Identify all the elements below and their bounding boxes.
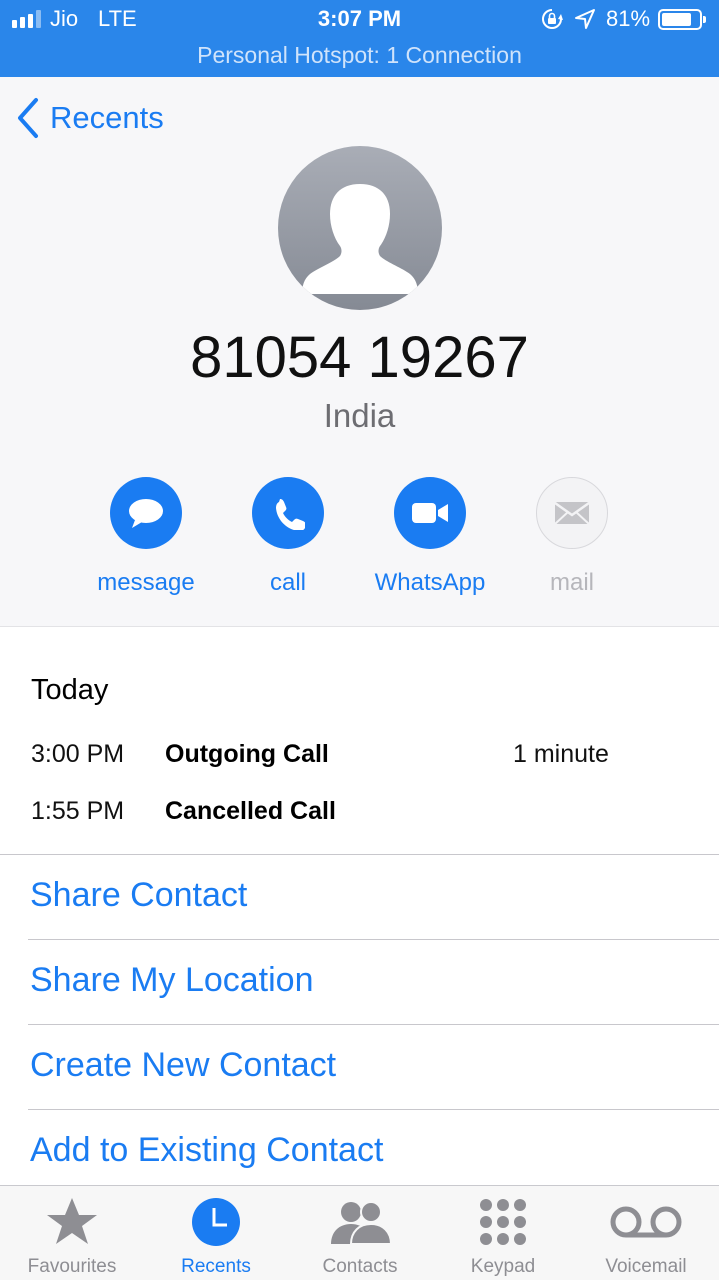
location-arrow-icon <box>575 9 595 29</box>
avatar <box>278 146 442 310</box>
message-bubble-icon <box>129 499 163 528</box>
call-type: Cancelled Call <box>165 797 336 825</box>
tab-recents[interactable]: Recents <box>144 1186 288 1280</box>
tab-label: Contacts <box>322 1256 398 1277</box>
create-new-contact-button[interactable]: Create New Contact <box>30 1046 336 1085</box>
keypad-icon <box>480 1199 526 1245</box>
hotspot-banner[interactable]: Personal Hotspot: 1 Connection <box>0 42 719 69</box>
tab-label: Recents <box>181 1256 251 1277</box>
rotation-lock-icon <box>542 9 563 29</box>
tab-contacts[interactable]: Contacts <box>288 1186 432 1280</box>
message-action-label: message <box>97 569 195 596</box>
whatsapp-action-label: WhatsApp <box>374 569 486 596</box>
tab-bar: Favourites Recents Contacts Keypad Voice… <box>0 1185 719 1280</box>
tab-label: Favourites <box>27 1256 117 1277</box>
contacts-icon <box>331 1201 393 1245</box>
mail-action-button: mail <box>497 477 647 597</box>
back-label: Recents <box>50 100 164 135</box>
call-type: Outgoing Call <box>165 740 329 768</box>
tab-favourites[interactable]: Favourites <box>0 1186 144 1280</box>
clock-icon <box>192 1198 240 1246</box>
contact-number: 81054 19267 <box>190 325 529 390</box>
call-action-button[interactable]: call <box>213 477 363 597</box>
star-icon <box>47 1198 97 1244</box>
call-time: 3:00 PM <box>31 740 125 768</box>
add-to-existing-contact-button[interactable]: Add to Existing Contact <box>30 1131 383 1170</box>
chevron-left-icon <box>18 98 38 138</box>
mail-action-label: mail <box>549 569 594 596</box>
contact-country: India <box>323 397 396 434</box>
status-bar: Jio LTE 3:07 PM 81% Personal Hotspot: 1 … <box>0 0 719 77</box>
quick-actions: message call WhatsApp mail <box>0 477 719 607</box>
battery-percentage: 81% <box>606 6 651 31</box>
share-contact-button[interactable]: Share Contact <box>30 876 247 915</box>
tab-keypad[interactable]: Keypad <box>431 1186 575 1280</box>
call-time: 1:55 PM <box>31 797 125 825</box>
divider <box>28 1024 719 1025</box>
envelope-icon <box>554 501 590 525</box>
message-action-button[interactable]: message <box>71 477 221 597</box>
whatsapp-video-action-button[interactable]: WhatsApp <box>355 477 505 597</box>
video-camera-icon <box>412 503 448 523</box>
back-button[interactable]: Recents <box>16 97 164 139</box>
call-action-label: call <box>269 569 306 596</box>
battery-icon <box>658 9 706 30</box>
tab-label: Keypad <box>470 1256 536 1277</box>
history-heading: Today <box>31 674 109 706</box>
tab-label: Voicemail <box>605 1256 687 1277</box>
phone-icon <box>276 499 305 530</box>
divider <box>28 939 719 940</box>
contact-header: Recents 81054 19267 India message call W… <box>0 77 719 627</box>
person-silhouette-icon <box>302 184 418 294</box>
call-duration: 1 minute <box>513 740 609 768</box>
tab-voicemail[interactable]: Voicemail <box>574 1186 718 1280</box>
divider <box>0 854 719 855</box>
divider <box>28 1109 719 1110</box>
share-my-location-button[interactable]: Share My Location <box>30 961 314 1000</box>
voicemail-icon <box>610 1206 682 1238</box>
